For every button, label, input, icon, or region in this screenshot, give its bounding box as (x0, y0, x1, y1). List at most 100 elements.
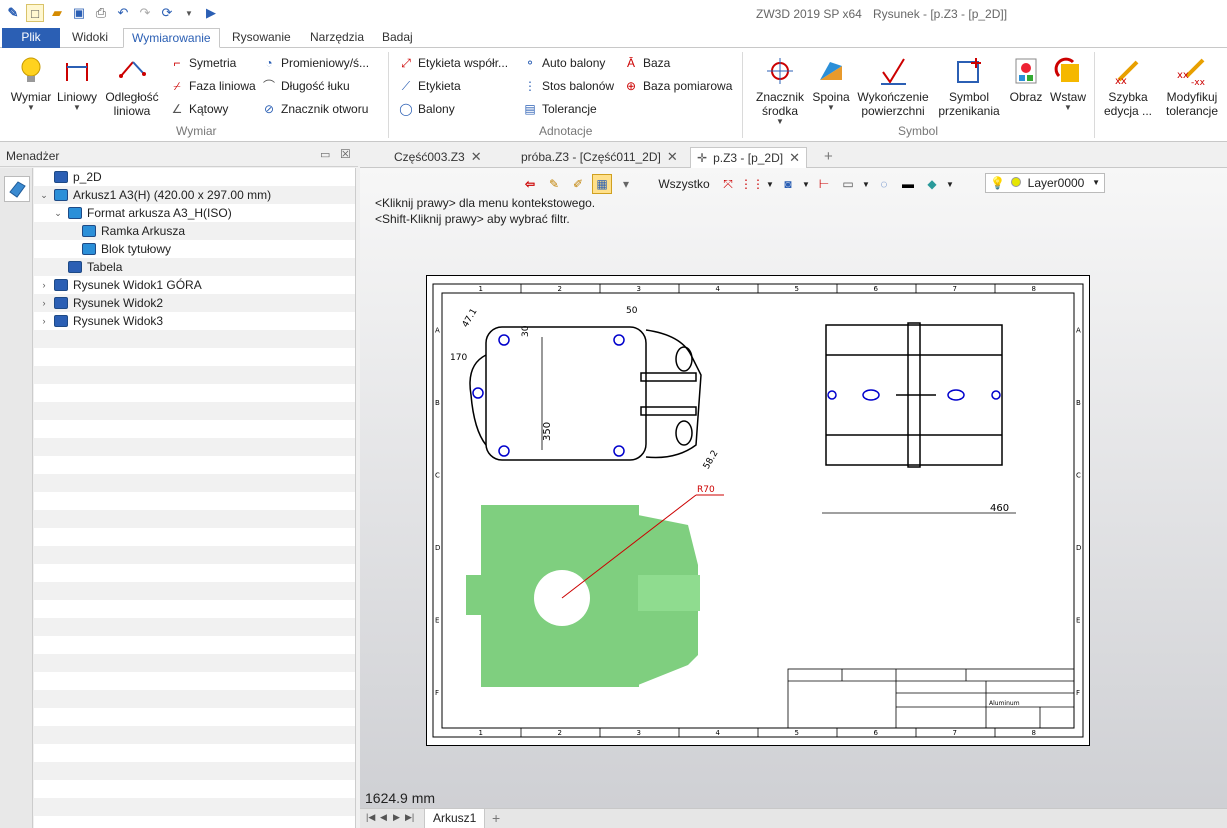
weld-button[interactable]: Spoina ▼ (810, 54, 852, 112)
tree-item[interactable]: Blok tytułowy (66, 240, 171, 258)
new-tab-plus-icon[interactable]: + (818, 147, 839, 168)
last-sheet-icon[interactable]: ▶| (405, 812, 414, 823)
label-button[interactable]: ⟋ Etykieta (399, 76, 461, 96)
linear-button[interactable]: Liniowy ▼ (54, 54, 100, 112)
close-icon[interactable]: ☒ (340, 147, 351, 161)
coordinate-label-button[interactable]: ⤢ Etykieta współr... (399, 53, 508, 73)
chevron-down-icon[interactable]: ⌄ (52, 204, 64, 222)
chamfer-button[interactable]: ⌿ Faza liniowa (170, 76, 255, 96)
doc-tab-proba[interactable]: próba.Z3 - [Część011_2D] ✕ (515, 147, 684, 168)
tab-tools[interactable]: Narzędzia (302, 28, 372, 48)
display-icon[interactable]: ▭ (838, 174, 858, 194)
image-icon (1009, 54, 1043, 88)
undo-icon[interactable]: ↶ (114, 4, 132, 22)
tab-file[interactable]: Plik (2, 28, 60, 48)
svg-text:-xx: -xx (1191, 78, 1206, 86)
ribbon-tabs: Plik Widoki Wymiarowanie Rysowanie Narzę… (0, 27, 1227, 48)
dotted-circle-icon[interactable]: ◌ (874, 174, 894, 194)
selection-active-icon[interactable]: ▦ (592, 174, 612, 194)
print-icon[interactable]: ⎙ (92, 4, 110, 22)
tree-item[interactable]: › Rysunek Widok3 (38, 312, 164, 330)
radial-button[interactable]: ◔ Promieniowy/ś... (262, 53, 369, 73)
tab-inspect[interactable]: Badaj (374, 28, 421, 48)
chevron-right-icon[interactable]: › (38, 276, 50, 294)
center-mark-button[interactable]: Znacznik środka ▼ (752, 54, 808, 126)
balloons-button[interactable]: ◯ Balony (399, 99, 454, 119)
doc-tab-p2d[interactable]: ✛ p.Z3 - [p_2D] ✕ (690, 147, 807, 168)
grid-icon[interactable]: ⋮⋮ (740, 174, 764, 194)
arc-length-button[interactable]: ⌒ Długość łuku (262, 76, 350, 96)
table-icon (68, 261, 82, 273)
close-icon[interactable]: ✕ (667, 149, 678, 164)
hole-callout-button[interactable]: ⊘ Znacznik otworu (262, 99, 368, 119)
chevron-down-icon[interactable]: ▼ (766, 174, 774, 194)
tab-dimensioning[interactable]: Wymiarowanie (123, 28, 220, 48)
chevron-down-icon[interactable]: ▼ (946, 174, 954, 194)
dimension-toggle-icon[interactable]: ⊢ (814, 174, 834, 194)
new-file-icon[interactable]: □ (26, 4, 44, 22)
layer-manager-icon[interactable]: ◆ (922, 174, 942, 194)
datum-button[interactable]: Ā Baza (624, 53, 670, 73)
exit-icon[interactable]: ⇦ (520, 174, 540, 194)
chevron-down-icon[interactable]: ▼ (802, 174, 810, 194)
intersection-symbol-button[interactable]: Symbol przenikania (936, 54, 1002, 118)
linear-distance-button[interactable]: Odległość liniowa (102, 54, 162, 118)
datum-target-button[interactable]: ⊕ Baza pomiarowa (624, 76, 732, 96)
symmetry-button[interactable]: ⌐ Symetria (170, 53, 236, 73)
insert-button[interactable]: Wstaw ▼ (1048, 54, 1088, 112)
chevron-down-icon[interactable]: ▼ (862, 174, 870, 194)
close-icon[interactable]: ✕ (471, 149, 482, 164)
layer-select[interactable]: 💡 Layer0000 ▼ (985, 173, 1105, 193)
selection-filter-label[interactable]: Wszystko (654, 174, 714, 194)
chevron-right-icon[interactable]: › (38, 294, 50, 312)
next-sheet-icon[interactable]: ▶ (393, 812, 400, 823)
prev-sheet-icon[interactable]: ◀ (380, 812, 387, 823)
modify-tolerances-button[interactable]: xx -xx Modyfikuj tolerancje (1160, 54, 1224, 118)
arc-length-label: Długość łuku (281, 79, 350, 93)
angular-button[interactable]: ∠ Kątowy (170, 99, 229, 119)
rebuild-icon[interactable]: ⟳ (158, 4, 176, 22)
drawing-canvas[interactable]: ⇦ ✎ ✐ ▦ ▾ Wszystko ⤧ ⋮⋮ ▼ ◙ ▼ ⊢ ▭ ▼ ◌ ▬ … (360, 168, 1227, 808)
dimension-button[interactable]: Wymiar ▼ (8, 54, 54, 112)
image-button[interactable]: Obraz (1008, 54, 1044, 104)
doc-tab-czesc003[interactable]: Część003.Z3 ✕ (388, 147, 488, 168)
filter-icon[interactable]: ▾ (616, 174, 636, 194)
sheet-tab-arkusz1[interactable]: Arkusz1 (424, 809, 486, 828)
tab-drawing[interactable]: Rysowanie (224, 28, 299, 48)
close-icon[interactable]: ✕ (789, 150, 800, 165)
redo-icon[interactable]: ↷ (136, 4, 154, 22)
open-file-icon[interactable]: ▰ (48, 4, 66, 22)
balloon-stack-button[interactable]: ⋮ Stos balonów (523, 76, 614, 96)
tree-item[interactable]: › Rysunek Widok1 GÓRA (38, 276, 202, 294)
dropdown-icon[interactable]: ▼ (180, 4, 198, 22)
view-settings-icon[interactable]: ◙ (778, 174, 798, 194)
auto-balloons-button[interactable]: ⚬ Auto balony (523, 53, 605, 73)
drawing-sheet[interactable]: 1122334455667788A AB BC CD DE EF F 47.1 30 50 … (426, 275, 1090, 746)
panel-options-icon[interactable]: ▭ (320, 148, 330, 161)
layer-color-dot-icon (1011, 177, 1022, 187)
first-sheet-icon[interactable]: |◀ (366, 812, 375, 823)
brush-icon[interactable]: ✎ (544, 174, 564, 194)
chevron-right-icon[interactable]: › (38, 312, 50, 330)
surface-finish-button[interactable]: Wykończenie powierzchni (856, 54, 930, 118)
arc-length-icon: ⌒ (262, 79, 275, 93)
line-style-icon[interactable]: ▬ (898, 174, 918, 194)
history-manager-icon[interactable] (4, 176, 30, 202)
format-painter-icon[interactable]: ✐ (568, 174, 588, 194)
chevron-down-icon[interactable]: ⌄ (38, 186, 50, 204)
tolerances-button[interactable]: ▤ Tolerancje (523, 99, 596, 119)
tab-views[interactable]: Widoki (64, 28, 116, 48)
zone-row-label: F (1076, 689, 1080, 697)
play-icon[interactable]: ▶ (202, 4, 220, 22)
tree-item[interactable]: ⌄ Arkusz1 A3(H) (420.00 x 297.00 mm) (38, 186, 271, 204)
snap-icon[interactable]: ⤧ (718, 174, 738, 194)
tree-item[interactable]: Ramka Arkusza (66, 222, 185, 240)
tree-item[interactable]: ⌄ Format arkusza A3_H(ISO) (52, 204, 232, 222)
app-logo-icon[interactable]: ✎ (4, 4, 22, 22)
tree-item[interactable]: p_2D (38, 168, 102, 186)
tree-item[interactable]: Tabela (52, 258, 122, 276)
save-icon[interactable]: ▣ (70, 4, 88, 22)
add-sheet-plus-icon[interactable]: + (492, 810, 500, 826)
tree-item[interactable]: › Rysunek Widok2 (38, 294, 164, 312)
quick-edit-button[interactable]: xx Szybka edycja ... (1102, 54, 1154, 118)
